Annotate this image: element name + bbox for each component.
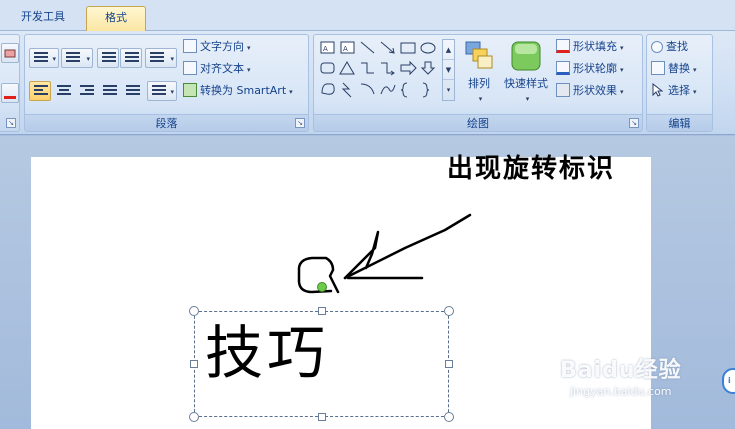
resize-handle-bottom[interactable] [318, 413, 326, 421]
resize-handle-top-left[interactable] [189, 306, 199, 316]
text-box-content[interactable]: 技巧 [205, 318, 329, 388]
watermark-logo: Baidu经验 [560, 358, 682, 383]
watermark: Baidu经验 jingyan.baidu.com [560, 352, 682, 398]
resize-handle-left[interactable] [190, 360, 198, 368]
resize-handle-top-right[interactable] [444, 306, 454, 316]
resize-handle-top[interactable] [318, 307, 326, 315]
rotation-handle[interactable] [317, 282, 327, 292]
resize-handle-bottom-left[interactable] [189, 412, 199, 422]
text-box[interactable]: 技巧 [194, 311, 449, 417]
watermark-url: jingyan.baidu.com [570, 385, 672, 398]
resize-handle-bottom-right[interactable] [444, 412, 454, 422]
resize-handle-right[interactable] [445, 360, 453, 368]
side-badge-icon[interactable]: i [722, 368, 735, 394]
